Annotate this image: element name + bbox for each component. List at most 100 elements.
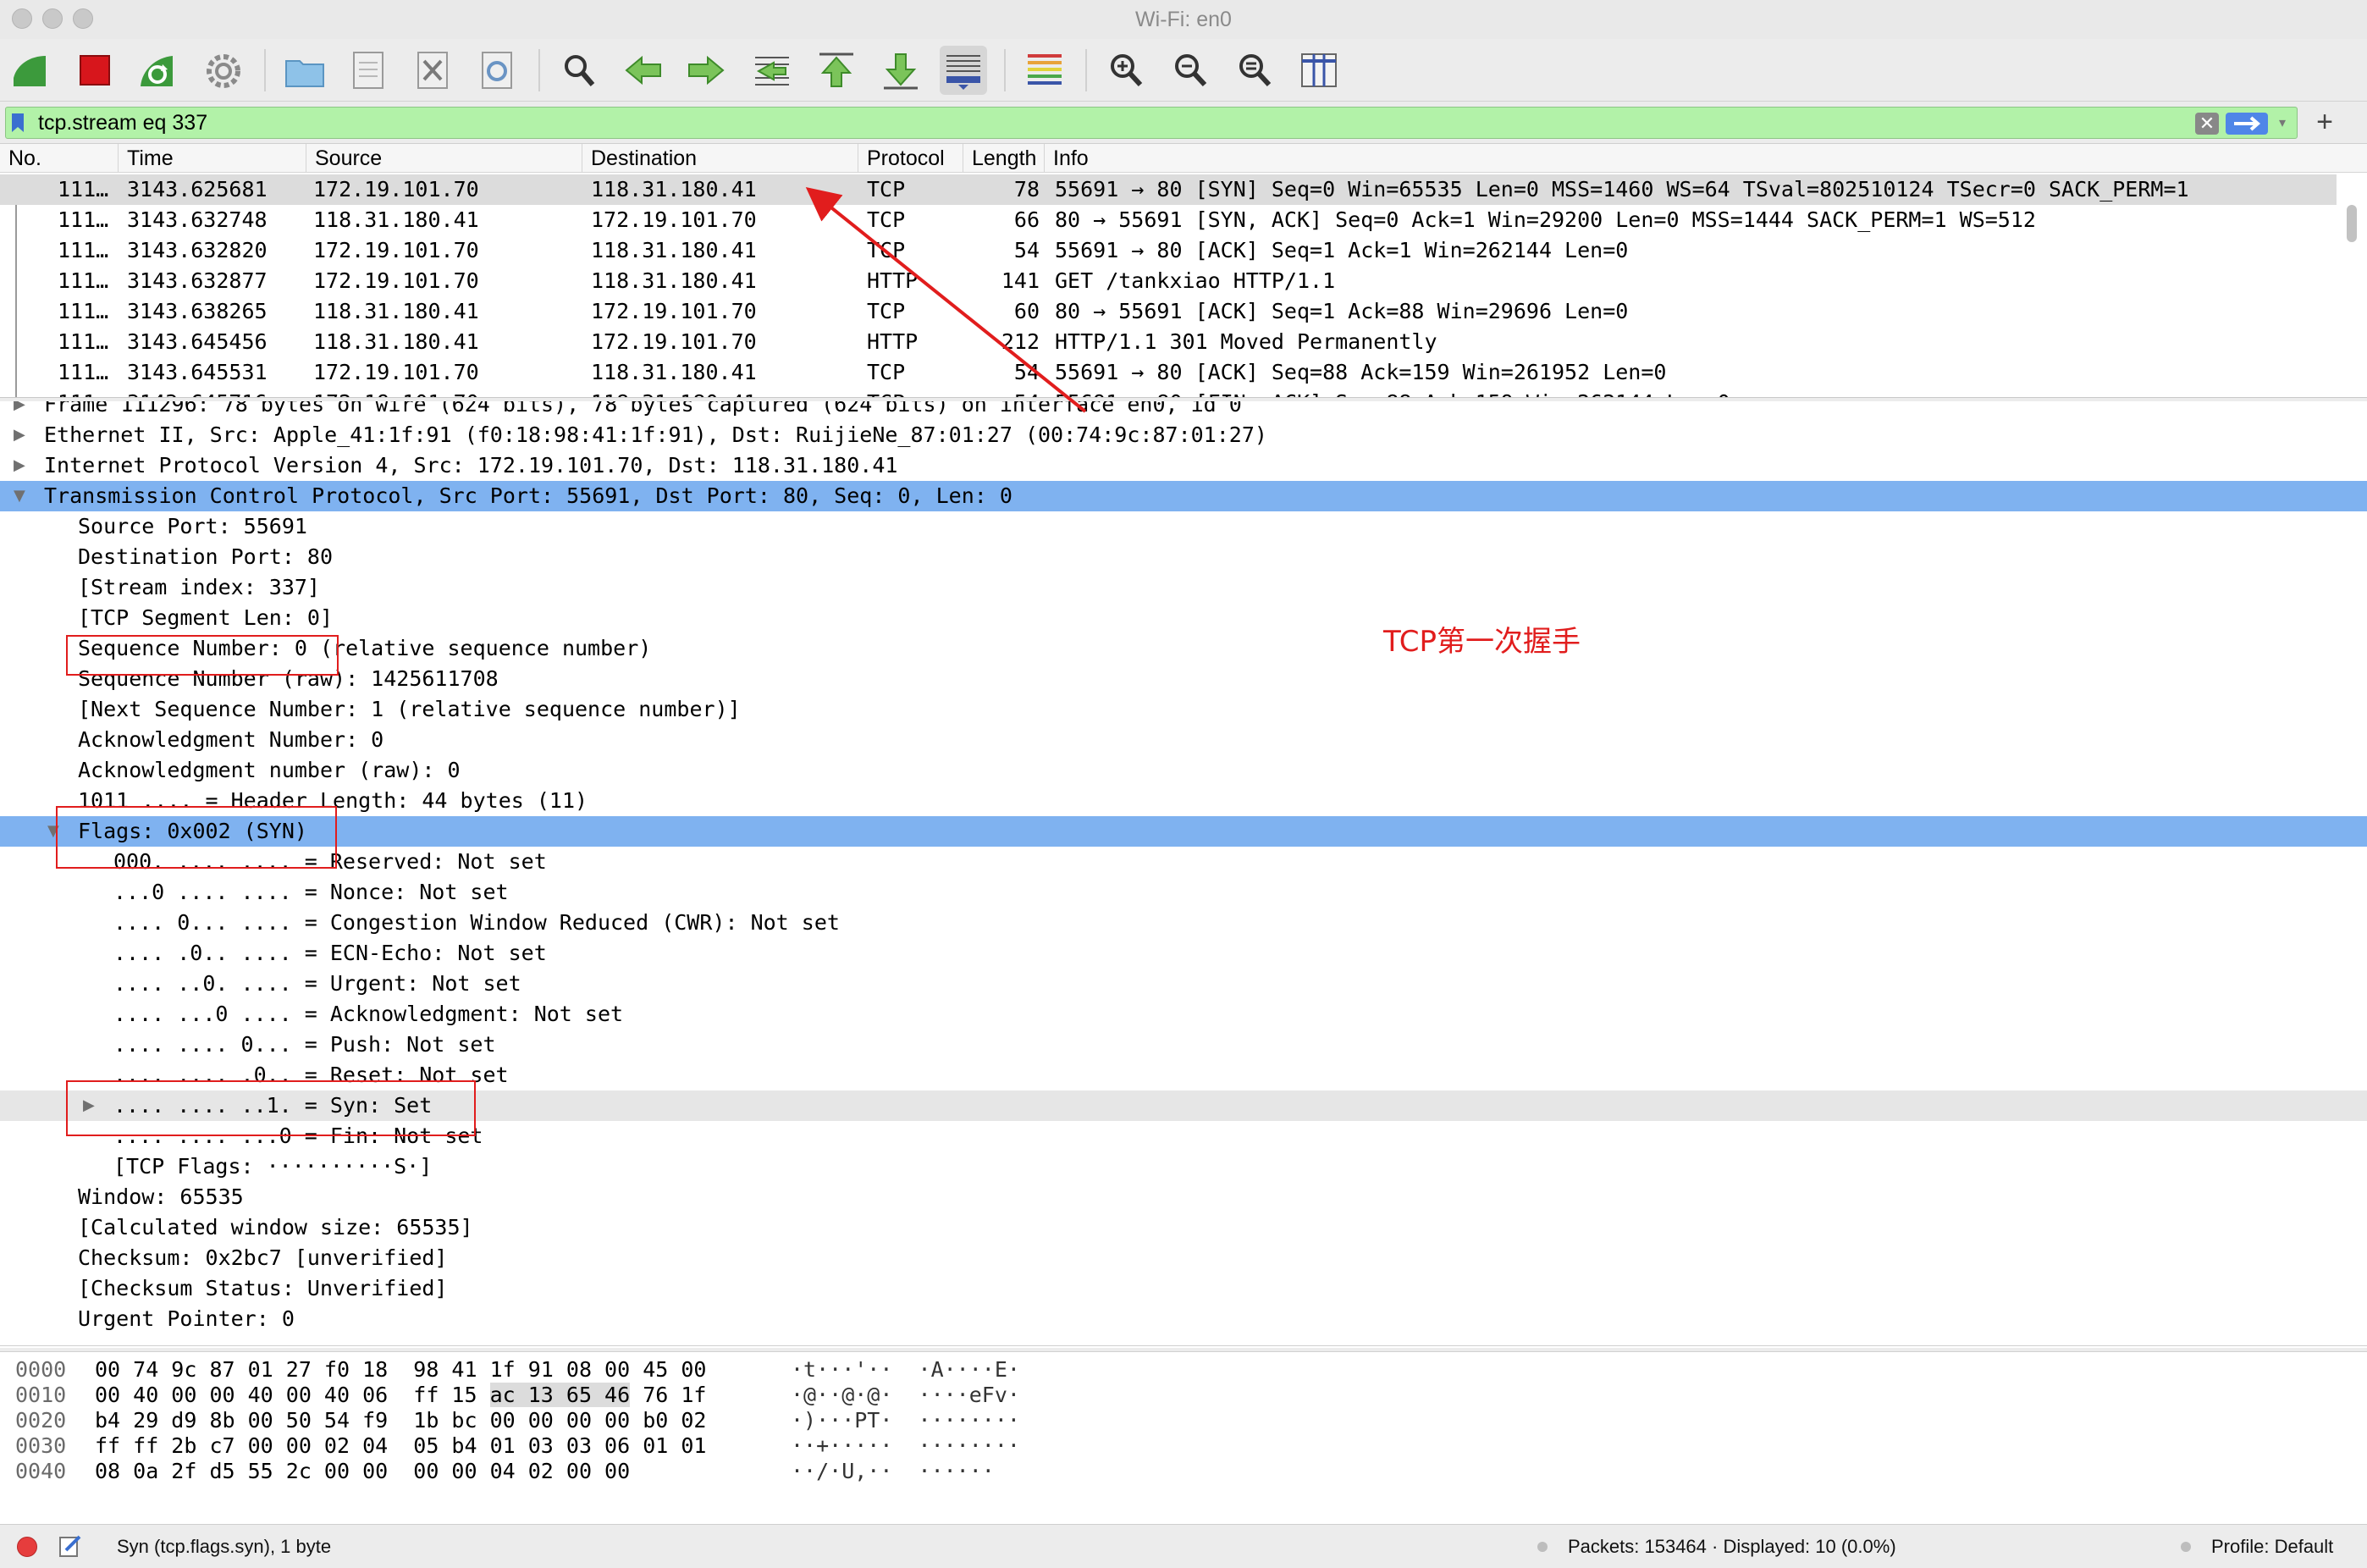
reload-file-button[interactable] [474, 46, 521, 95]
column-header[interactable]: Info [1045, 144, 2367, 173]
last-packet-button[interactable] [877, 46, 924, 95]
detail-tree-item[interactable]: ▶ Frame 111296: 78 bytes on wire (624 bit… [0, 401, 2367, 420]
packet-row[interactable]: 111… 3143.638265 118.31.180.41 172.19.101.7… [0, 296, 2337, 327]
go-forward-button[interactable] [682, 46, 730, 95]
clear-filter-button[interactable]: ✕ [2195, 113, 2219, 135]
packet-cell-proto: TCP [867, 177, 906, 202]
edit-comment-icon[interactable] [58, 1533, 83, 1559]
packet-cell-time: 3143.632748 [127, 207, 268, 232]
packet-row[interactable]: 111… 3143.625681 172.19.101.70 118.31.180.4… [0, 174, 2337, 205]
detail-tree-item[interactable]: [TCP Segment Len: 0] [0, 603, 2367, 633]
add-filter-button[interactable]: + [2308, 107, 2342, 139]
detail-tree-item[interactable]: [TCP Flags: ··········S·] [0, 1151, 2367, 1182]
detail-tree-item[interactable]: [Stream index: 337] [0, 572, 2367, 603]
apply-filter-button[interactable] [2226, 113, 2268, 135]
display-filter-field[interactable]: ✕ ▾ [5, 107, 2298, 139]
detail-tree-item[interactable]: Source Port: 55691 [0, 511, 2367, 542]
detail-tree-item[interactable]: .... ...0 .... = Acknowledgment: Not set [0, 999, 2367, 1030]
go-back-button[interactable] [620, 46, 667, 95]
detail-tree-item[interactable]: 1011 .... = Header Length: 44 bytes (11) [0, 786, 2367, 816]
packet-row[interactable]: 111… 3143.632820 172.19.101.70 118.31.180.4… [0, 235, 2337, 266]
normal-size-button[interactable] [1231, 46, 1278, 95]
collapsed-arrow-icon[interactable]: ▶ [14, 450, 30, 481]
detail-tree-item[interactable]: [Next Sequence Number: 1 (relative seque… [0, 694, 2367, 725]
bytes-row[interactable]: 0010 00 40 00 00 40 00 40 06 ff 15 ac 13 … [0, 1383, 1101, 1408]
packet-cell-dst: 118.31.180.41 [591, 360, 757, 384]
bookmark-icon[interactable] [11, 113, 25, 133]
zoom-in-button[interactable] [1102, 46, 1150, 95]
restart-capture-button[interactable] [134, 46, 181, 95]
column-header[interactable]: Time [119, 144, 306, 173]
packet-cell-time: 3143.645456 [127, 329, 268, 354]
autoscroll-button[interactable] [940, 46, 987, 95]
column-header[interactable]: Destination [582, 144, 858, 173]
detail-tree-item[interactable]: ▼ Flags: 0x002 (SYN) [0, 816, 2367, 847]
column-header[interactable]: No. [0, 144, 119, 173]
zoom-out-button[interactable] [1167, 46, 1214, 95]
column-header[interactable]: Source [306, 144, 582, 173]
detail-tree-item[interactable]: 000. .... .... = Reserved: Not set [0, 847, 2367, 877]
detail-tree-item[interactable]: ...0 .... .... = Nonce: Not set [0, 877, 2367, 908]
bytes-hex-part: 76 1f [630, 1383, 707, 1407]
expert-info-icon[interactable] [17, 1537, 37, 1557]
start-capture-button[interactable] [7, 46, 54, 95]
collapsed-arrow-icon[interactable]: ▶ [14, 401, 30, 420]
packet-list-header: No. Time Source Destination Protocol Len… [0, 144, 2367, 173]
detail-tree-item[interactable]: .... 0... .... = Congestion Window Reduc… [0, 908, 2367, 938]
stop-capture-button[interactable] [71, 46, 119, 95]
column-header[interactable]: Length [963, 144, 1045, 173]
collapsed-arrow-icon[interactable]: ▶ [14, 420, 30, 450]
detail-tree-item[interactable]: .... .... 0... = Push: Not set [0, 1030, 2367, 1060]
save-file-button[interactable] [345, 46, 393, 95]
packet-list-scrollbar[interactable] [2342, 174, 2362, 397]
find-packet-button[interactable] [555, 46, 603, 95]
column-header[interactable]: Protocol [858, 144, 963, 173]
arrow-right-icon [2234, 116, 2261, 131]
expanded-arrow-icon[interactable]: ▼ [14, 481, 30, 511]
packet-cell-dst: 118.31.180.41 [591, 177, 757, 202]
close-file-button[interactable] [410, 46, 457, 95]
bytes-row[interactable]: 0000 00 74 9c 87 01 27 f0 18 98 41 1f 91 … [0, 1357, 1101, 1383]
bytes-ascii: ··/·U,·· ······ [791, 1459, 995, 1483]
detail-tree-item[interactable]: .... ..0. .... = Urgent: Not set [0, 969, 2367, 999]
detail-text: [TCP Flags: ··········S·] [113, 1154, 433, 1179]
bytes-hex-part: 00 40 00 00 40 00 40 06 ff 15 [95, 1383, 490, 1407]
packet-row[interactable]: 111… 3143.645531 172.19.101.70 118.31.180.4… [0, 357, 2337, 388]
packet-row[interactable]: 111… 3143.645456 118.31.180.41 172.19.101.7… [0, 327, 2337, 357]
annotation-box-syn [66, 1080, 476, 1136]
detail-tree-item[interactable]: [Calculated window size: 65535] [0, 1212, 2367, 1243]
detail-tree-item[interactable]: Sequence Number (raw): 1425611708 [0, 664, 2367, 694]
profile-selector[interactable]: Profile: Default [2211, 1536, 2333, 1558]
detail-tree-item[interactable]: Acknowledgment Number: 0 [0, 725, 2367, 755]
scrollbar-thumb[interactable] [2347, 205, 2357, 242]
bytes-row[interactable]: 0040 08 0a 2f d5 55 2c 00 00 00 00 04 02 … [0, 1459, 1101, 1484]
packet-cell-len: 54 [1013, 360, 1040, 384]
detail-tree-item[interactable]: Sequence Number: 0 (relative sequence nu… [0, 633, 2367, 664]
detail-tree-item[interactable]: ▼ Transmission Control Protocol, Src Port… [0, 481, 2367, 511]
detail-tree-item[interactable]: Urgent Pointer: 0 [0, 1304, 2367, 1334]
detail-text: Internet Protocol Version 4, Src: 172.19… [44, 453, 898, 478]
detail-tree-item[interactable]: Acknowledgment number (raw): 0 [0, 755, 2367, 786]
detail-tree-item[interactable]: [Checksum Status: Unverified] [0, 1273, 2367, 1304]
resize-columns-button[interactable] [1295, 46, 1343, 95]
capture-options-button[interactable] [200, 46, 247, 95]
detail-tree-item[interactable]: ▶ Ethernet II, Src: Apple_41:1f:91 (f0:18… [0, 420, 2367, 450]
bytes-row[interactable]: 0020 b4 29 d9 8b 00 50 54 f9 1b bc 00 00 … [0, 1408, 1101, 1433]
detail-tree-item[interactable]: .... .0.. .... = ECN-Echo: Not set [0, 938, 2367, 969]
first-packet-button[interactable] [813, 46, 860, 95]
go-to-packet-button[interactable] [748, 46, 796, 95]
colorize-button[interactable] [1021, 46, 1068, 95]
detail-tree-item[interactable]: Destination Port: 80 [0, 542, 2367, 572]
chevron-down-icon[interactable]: ▾ [2273, 114, 2292, 133]
bytes-row[interactable]: 0030 ff ff 2b c7 00 00 02 04 05 b4 01 03 … [0, 1433, 1101, 1459]
packet-row[interactable]: 111… 3143.645716 172.19.101.70 118.31.180.4… [0, 388, 2337, 397]
packet-cell-len: 60 [1013, 299, 1040, 323]
packet-cell-len: 78 [1013, 177, 1040, 202]
open-file-button[interactable] [281, 46, 328, 95]
packet-row[interactable]: 111… 3143.632748 118.31.180.41 172.19.101.7… [0, 205, 2337, 235]
detail-tree-item[interactable]: Checksum: 0x2bc7 [unverified] [0, 1243, 2367, 1273]
packet-row[interactable]: 111… 3143.632877 172.19.101.70 118.31.180.4… [0, 266, 2337, 296]
display-filter-input[interactable] [38, 109, 2155, 136]
detail-tree-item[interactable]: Window: 65535 [0, 1182, 2367, 1212]
detail-tree-item[interactable]: ▶ Internet Protocol Version 4, Src: 172.1… [0, 450, 2367, 481]
